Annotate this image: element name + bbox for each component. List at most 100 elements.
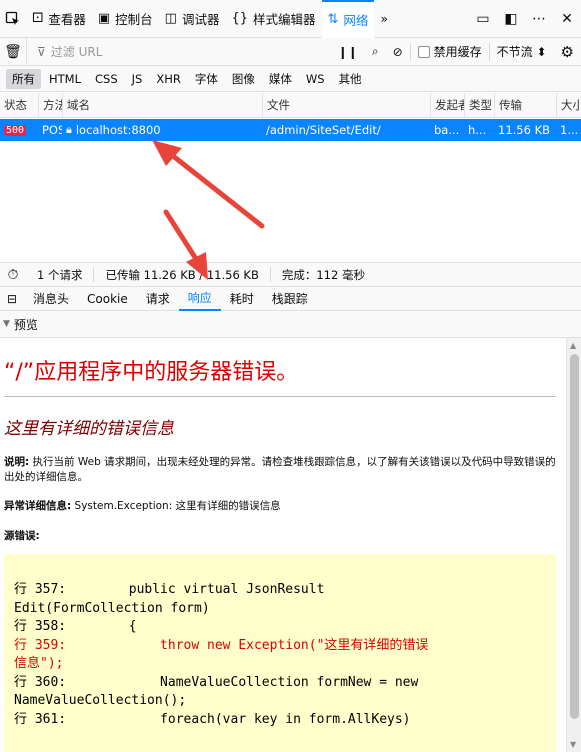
code-line: 行 357: public virtual JsonResult xyxy=(14,582,325,597)
header-cause[interactable]: 发起者 xyxy=(430,93,464,117)
exception-details: 异常详细信息: System.Exception: 这里有详细的错误信息 xyxy=(4,498,556,513)
divider xyxy=(4,396,556,397)
more-tools-button[interactable]: » xyxy=(374,0,394,38)
row-domain: localhost:8800 xyxy=(75,123,161,137)
description-text: 执行当前 Web 请求期间，出现未经处理的异常。请检查堆栈跟踪信息，以了解有关该… xyxy=(4,456,556,483)
network-icon: ⇅ xyxy=(327,12,339,27)
frame-select-icon[interactable]: ▭ xyxy=(469,11,497,27)
tab-debugger[interactable]: ◫ 调试器 xyxy=(159,0,226,38)
settings-button[interactable]: ⚙ xyxy=(554,38,581,66)
error-description: 说明: 执行当前 Web 请求期间，出现未经处理的异常。请检查堆栈跟踪信息，以了… xyxy=(4,455,556,485)
code-line-error: 信息"); xyxy=(14,656,64,671)
error-title: “/”应用程序中的服务器错误。 xyxy=(4,360,299,385)
inspector-icon: ⚀ xyxy=(32,11,44,26)
source-code-block: 行 357: public virtual JsonResult Edit(Fo… xyxy=(4,554,556,752)
code-line: NameValueCollection(); xyxy=(14,693,187,708)
gear-icon: ⚙ xyxy=(560,42,574,61)
filter-icon: ⊽ xyxy=(37,44,46,59)
tab-cookies[interactable]: Cookie xyxy=(78,287,137,311)
tab-console-label: 控制台 xyxy=(115,12,153,27)
preview-scrollbar[interactable]: ▲ ▼ xyxy=(566,338,581,752)
filter-other[interactable]: 其他 xyxy=(333,69,368,89)
row-method: POST xyxy=(42,123,62,137)
filter-ws[interactable]: WS xyxy=(300,70,331,88)
toggle-sidebar-icon[interactable]: ⊟ xyxy=(0,292,24,306)
disable-cache-checkbox[interactable]: 禁用缓存 xyxy=(411,38,489,66)
header-method[interactable]: 方法 xyxy=(38,93,62,117)
table-row[interactable]: 500 POST 🔒︎ localhost:8800 /admin/SiteSe… xyxy=(0,119,581,141)
element-picker-button[interactable] xyxy=(0,0,26,38)
type-filter-bar: 所有 HTML CSS JS XHR 字体 图像 媒体 WS 其他 xyxy=(0,66,581,92)
header-file[interactable]: 文件 xyxy=(262,93,430,117)
tab-request[interactable]: 请求 xyxy=(137,287,179,311)
scrollbar-thumb[interactable] xyxy=(570,354,579,719)
filter-media[interactable]: 媒体 xyxy=(263,69,298,89)
network-filter-bar: 🗑 ⊽ 过滤 URL ❙❙ ⌕ ⊘ 禁用缓存 不节流 ⬍ ⚙ xyxy=(0,37,581,66)
header-size[interactable]: 大小 xyxy=(556,93,581,117)
dock-options-icon[interactable]: ◧ xyxy=(497,11,525,27)
error-subtitle: 这里有详细的错误信息 xyxy=(4,419,174,439)
summary-requests: 1 个请求 xyxy=(26,267,95,282)
block-button[interactable]: ⊘ xyxy=(386,38,410,66)
tab-network[interactable]: ⇅ 网络 xyxy=(321,0,375,38)
pause-icon: ❙❙ xyxy=(337,44,358,59)
scroll-up-icon[interactable]: ▲ xyxy=(570,341,576,350)
header-transferred[interactable]: 传输 xyxy=(494,93,556,117)
filter-css[interactable]: CSS xyxy=(89,70,124,88)
header-type[interactable]: 类型 xyxy=(464,93,494,117)
preview-section-header[interactable]: ▼ 预览 xyxy=(0,311,581,338)
tab-debugger-label: 调试器 xyxy=(181,12,220,27)
request-table-header: 状态 方法 域名 文件 发起者 类型 传输 大小 xyxy=(0,93,581,118)
header-domain[interactable]: 域名 xyxy=(62,93,262,117)
description-label: 说明: xyxy=(4,456,30,468)
checkbox-box[interactable] xyxy=(417,45,430,58)
tab-style-editor[interactable]: {} 样式编辑器 xyxy=(225,0,321,38)
throttle-select[interactable]: 不节流 ⬍ xyxy=(490,38,554,66)
tab-style-editor-label: 样式编辑器 xyxy=(253,12,316,27)
summary-bar: ⏱ 1 个请求 已传输 11.26 KB / 11.56 KB 完成：112 毫… xyxy=(0,262,581,287)
expand-triangle-icon: ▼ xyxy=(3,319,10,329)
tab-inspector[interactable]: ⚀ 查看器 xyxy=(26,0,92,38)
lock-icon: 🔒︎ xyxy=(66,123,72,136)
throttle-label: 不节流 ⬍ xyxy=(496,45,547,59)
summary-transferred: 已传输 11.26 KB / 11.56 KB xyxy=(94,267,271,282)
filter-xhr[interactable]: XHR xyxy=(150,70,187,88)
scroll-down-icon[interactable]: ▼ xyxy=(570,740,576,749)
tab-inspector-label: 查看器 xyxy=(48,12,86,27)
disable-cache-label: 禁用缓存 xyxy=(433,45,482,59)
tab-headers[interactable]: 消息头 xyxy=(24,287,78,311)
stopwatch-icon[interactable]: ⏱ xyxy=(0,267,26,283)
tab-timings[interactable]: 耗时 xyxy=(221,287,263,311)
tab-stack-trace[interactable]: 栈跟踪 xyxy=(263,287,317,311)
search-icon: ⌕ xyxy=(371,44,379,58)
debugger-icon: ◫ xyxy=(164,11,177,26)
search-button[interactable]: ⌕ xyxy=(365,38,386,66)
code-line: 行 358: { xyxy=(14,619,137,634)
pause-button[interactable]: ❙❙ xyxy=(331,38,365,66)
filter-fonts[interactable]: 字体 xyxy=(189,69,224,89)
close-icon[interactable]: ✕ xyxy=(553,11,581,27)
more-menu-icon[interactable]: ⋯ xyxy=(525,11,553,27)
exception-label: 异常详细信息: xyxy=(4,500,72,512)
tab-network-label: 网络 xyxy=(343,13,369,28)
row-type: h... xyxy=(468,123,487,137)
filter-all[interactable]: 所有 xyxy=(6,68,41,89)
status-badge: 500 xyxy=(4,124,27,136)
trash-icon[interactable]: 🗑 xyxy=(0,44,26,60)
summary-finish: 完成：112 毫秒 xyxy=(281,267,365,282)
filter-html[interactable]: HTML xyxy=(43,70,87,88)
tab-console[interactable]: ▣ 控制台 xyxy=(92,0,159,38)
filter-url-placeholder: 过滤 URL xyxy=(50,45,103,59)
request-list-empty-area xyxy=(0,141,581,262)
filter-images[interactable]: 图像 xyxy=(226,69,261,89)
tab-response[interactable]: 响应 xyxy=(178,287,221,311)
header-status[interactable]: 状态 xyxy=(0,93,38,117)
filter-url-input[interactable]: ⊽ 过滤 URL xyxy=(26,37,331,66)
detail-tabs: ⊟ 消息头 Cookie 请求 响应 耗时 栈跟踪 xyxy=(0,287,581,311)
console-icon: ▣ xyxy=(97,11,111,26)
code-line: 行 361: foreach(var key in form.AllKeys) xyxy=(14,711,411,727)
code-line-error: 行 359: throw new Exception("这里有详细的错误 xyxy=(14,637,429,653)
filter-js[interactable]: JS xyxy=(126,70,149,88)
response-preview: “/”应用程序中的服务器错误。 这里有详细的错误信息 说明: 执行当前 Web … xyxy=(0,338,566,752)
exception-text: System.Exception: 这里有详细的错误信息 xyxy=(71,500,281,512)
